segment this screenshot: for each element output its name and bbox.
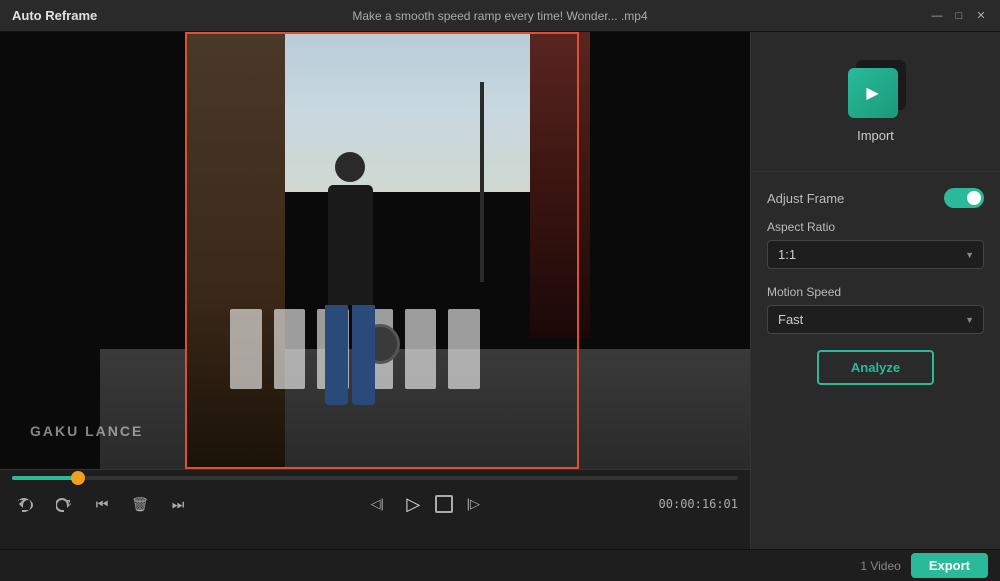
progress-handle[interactable] xyxy=(71,471,85,485)
skip-back-button[interactable]: ⏮ xyxy=(88,490,116,518)
redo-icon xyxy=(56,496,72,512)
aspect-ratio-wrapper: 9:16 1:1 4:3 16:9 Custom xyxy=(767,240,984,269)
video-area: GAKU LANCE ⏮ xyxy=(0,32,750,549)
crosswalk-stripe xyxy=(230,309,262,389)
person-head xyxy=(335,152,365,182)
adjust-frame-label: Adjust Frame xyxy=(767,191,844,206)
person-legs xyxy=(325,305,375,405)
stop-button[interactable] xyxy=(435,495,453,513)
aspect-ratio-section: Aspect Ratio 9:16 1:1 4:3 16:9 Custom xyxy=(767,220,984,269)
aspect-ratio-label: Aspect Ratio xyxy=(767,220,984,234)
main-content: GAKU LANCE ⏮ xyxy=(0,32,1000,549)
app-title: Auto Reframe xyxy=(12,8,97,23)
adjust-frame-row: Adjust Frame xyxy=(767,188,984,208)
prev-frame-button[interactable]: ◁| xyxy=(363,490,391,518)
file-title: Make a smooth speed ramp every time! Won… xyxy=(352,9,647,23)
analyze-button[interactable]: Analyze xyxy=(817,350,934,385)
adjust-frame-toggle[interactable] xyxy=(944,188,984,208)
title-bar: Auto Reframe Make a smooth speed ramp ev… xyxy=(0,0,1000,32)
play-button[interactable]: ▷ xyxy=(397,488,429,520)
bottom-controls: ⏮ 🗑 ⏭ ◁| ▷ |▷ 00:00:16:01 xyxy=(0,469,750,549)
motion-speed-section: Motion Speed Slow Normal Fast xyxy=(767,285,984,334)
undo-icon xyxy=(18,496,34,512)
building-right xyxy=(530,32,590,338)
undo-button[interactable] xyxy=(12,490,40,518)
import-icon-wrap: ✓ ▶ xyxy=(848,60,904,116)
skip-forward-button[interactable]: ⏭ xyxy=(164,490,192,518)
motion-speed-label: Motion Speed xyxy=(767,285,984,299)
playback-controls: ◁| ▷ |▷ xyxy=(202,488,649,520)
person-leg-right xyxy=(352,305,375,405)
video-count: 1 Video xyxy=(860,559,900,573)
next-frame-button[interactable]: |▷ xyxy=(459,490,487,518)
crosswalk-stripe xyxy=(405,309,437,389)
close-button[interactable]: ✕ xyxy=(974,9,988,23)
import-label: Import xyxy=(857,128,894,143)
person-body xyxy=(328,185,373,305)
arrow-icon: ▶ xyxy=(866,83,878,103)
controls-row: ⏮ 🗑 ⏭ ◁| ▷ |▷ 00:00:16:01 xyxy=(12,488,738,520)
video-canvas: GAKU LANCE xyxy=(0,32,750,469)
redo-button[interactable] xyxy=(50,490,78,518)
minimize-button[interactable]: — xyxy=(930,9,944,23)
person-silhouette xyxy=(310,152,390,412)
settings-area: Adjust Frame Aspect Ratio 9:16 1:1 4:3 1… xyxy=(751,172,1000,549)
delete-button[interactable]: 🗑 xyxy=(126,490,154,518)
street-light xyxy=(480,82,484,282)
export-button[interactable]: Export xyxy=(911,553,988,578)
progress-bar[interactable] xyxy=(12,476,738,480)
crosswalk-stripe xyxy=(448,309,480,389)
motion-speed-select[interactable]: Slow Normal Fast xyxy=(767,305,984,334)
window-controls: — □ ✕ xyxy=(930,9,988,23)
aspect-ratio-select[interactable]: 9:16 1:1 4:3 16:9 Custom xyxy=(767,240,984,269)
progress-fill xyxy=(12,476,77,480)
right-panel: ✓ ▶ Import Adjust Frame Aspect Ratio 9:1 xyxy=(750,32,1000,549)
import-area[interactable]: ✓ ▶ Import xyxy=(751,32,1000,172)
motion-speed-wrapper: Slow Normal Fast xyxy=(767,305,984,334)
crosswalk-stripe xyxy=(274,309,306,389)
time-display: 00:00:16:01 xyxy=(659,497,738,511)
person-leg-left xyxy=(325,305,348,405)
footer: 1 Video Export xyxy=(0,549,1000,581)
building-left xyxy=(185,32,285,469)
watermark: GAKU LANCE xyxy=(30,423,143,439)
maximize-button[interactable]: □ xyxy=(952,9,966,23)
import-icon-front: ▶ xyxy=(848,68,898,118)
